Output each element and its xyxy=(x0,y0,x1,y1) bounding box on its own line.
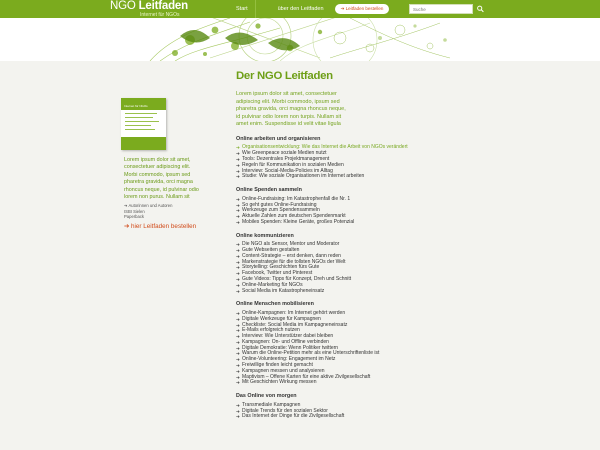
book-cover-line xyxy=(125,117,153,118)
chapter-sections: Online arbeiten und organisieren ➔ Organis… xyxy=(236,136,476,420)
sidebar-meta-format: Paperback xyxy=(124,214,145,220)
search-input[interactable] xyxy=(409,4,473,14)
nav-item-start[interactable]: Start xyxy=(229,0,255,18)
nav-item-about[interactable]: über den Leitfaden xyxy=(254,0,336,18)
sidebar-meta: ➔ Autorinnen und Autoren ISBI Sielen Pap… xyxy=(124,203,204,220)
order-guide-button[interactable]: ➔ Leitfaden bestellen xyxy=(335,4,389,14)
section-title: Online Menschen mobilisieren xyxy=(236,301,314,308)
main-content: Der NGO Leitfaden Lorem ipsum dolor sit … xyxy=(236,70,476,420)
chapter-list: ➔ Online-Kampagnen: Im Internet gehört we… xyxy=(236,310,476,386)
chapter-link-label: Mobiles Spenden: Kleine Geräte, großes P… xyxy=(242,218,355,225)
chapter-link[interactable]: ➔ Mit Geschichten Wirkung messen xyxy=(236,380,476,386)
chapter-link-label: Social Media im Katastropheneinsatz xyxy=(242,287,325,294)
chapter-link[interactable]: ➔ Studie: Wie soziale Organisationen im I… xyxy=(236,174,476,180)
book-cover-line xyxy=(125,125,151,126)
section-title: Online Spenden sammeln xyxy=(236,187,302,194)
book-cover: Internet für NGOs xyxy=(121,98,166,150)
search-icon[interactable] xyxy=(476,5,485,13)
chapter-section: Online kommunizieren ➔ Die NGO als Sensor,… xyxy=(236,233,476,295)
main-nav: Start über den Leitfaden xyxy=(229,0,336,18)
chapter-section: Online arbeiten und organisieren ➔ Organis… xyxy=(236,136,476,180)
chapter-link[interactable]: ➔ Mobiles Spenden: Kleine Geräte, großes … xyxy=(236,218,476,226)
sidebar-order-link[interactable]: ➔ hier Leitfaden bestellen xyxy=(124,223,196,230)
chapter-link[interactable]: ➔ Social Media im Katastropheneinsatz xyxy=(236,287,476,295)
chapter-link-label: Mit Geschichten Wirkung messen xyxy=(242,379,317,386)
chapter-link[interactable]: ➔ Das Internet der Dinge für die Zivilges… xyxy=(236,414,476,420)
chapter-list: ➔ Die NGO als Sensor, Mentor und Moderato… xyxy=(236,241,476,295)
section-title: Das Online von morgen xyxy=(236,393,297,400)
section-title: Online kommunizieren xyxy=(236,232,294,239)
book-cover-label: Internet für NGOs xyxy=(124,104,148,108)
chapter-link-label: Das Internet der Dinge für die Zivilgese… xyxy=(242,413,345,420)
sidebar-description: Lorem ipsum dolor sit amet, consectetuer… xyxy=(124,157,199,201)
book-cover-line xyxy=(125,129,155,130)
chapter-list: ➔ Online-Fundraising: Im Katastrophenfall… xyxy=(236,196,476,226)
intro-text: Lorem ipsum dolor sit amet, consectetuer… xyxy=(236,91,346,128)
header-banner xyxy=(0,18,600,61)
section-title: Online arbeiten und organisieren xyxy=(236,135,321,142)
banner-artwork-image xyxy=(149,18,451,61)
book-cover-line xyxy=(125,121,159,122)
book-cover-band xyxy=(121,110,166,137)
chapter-section: Online Spenden sammeln ➔ Online-Fundraisin… xyxy=(236,187,476,225)
chapter-section: Online Menschen mobilisieren ➔ Online-Kamp… xyxy=(236,301,476,386)
chapter-link-label: Studie: Wie soziale Organisationen im In… xyxy=(242,173,365,180)
page-title: Der NGO Leitfaden xyxy=(236,70,333,82)
chapter-list: ➔ Transmediale Kampagnen ➔ Digitale Trends … xyxy=(236,402,476,420)
logo-title: NGO Leitfaden xyxy=(110,0,188,12)
book-cover-line xyxy=(125,113,157,114)
book-cover-image[interactable]: Internet für NGOs xyxy=(121,98,187,153)
chapter-section: Das Online von morgen ➔ Transmediale Kampa… xyxy=(236,393,476,420)
chapter-list: ➔ Organisationsentwicklung: Wie das Inter… xyxy=(236,145,476,180)
